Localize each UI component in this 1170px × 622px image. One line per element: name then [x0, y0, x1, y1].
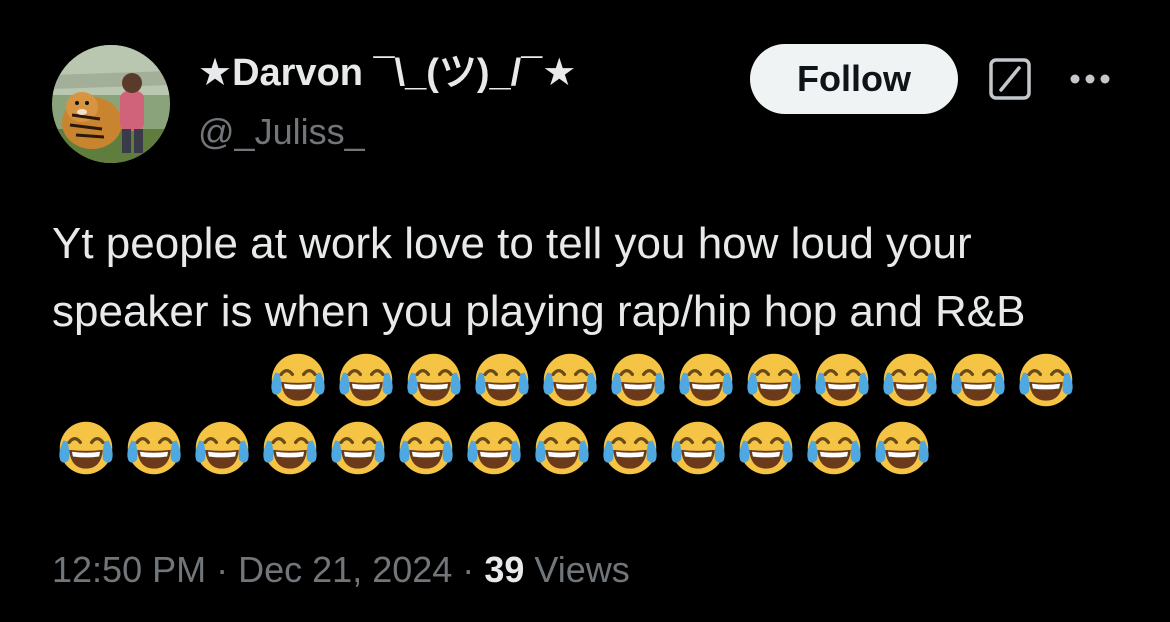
tears-of-joy-emoji — [664, 414, 732, 482]
tears-of-joy-emoji — [324, 414, 392, 482]
tears-of-joy-emoji — [672, 346, 740, 414]
tweet-meta: 12:50 PM · Dec 21, 2024 · 39 Views — [52, 544, 630, 596]
tears-of-joy-emoji — [740, 346, 808, 414]
tweet-time[interactable]: 12:50 PM — [52, 549, 206, 590]
tears-of-joy-emoji — [120, 414, 188, 482]
tears-of-joy-emoji — [596, 414, 664, 482]
meta-separator: · — [462, 549, 475, 590]
tears-of-joy-emoji — [1012, 346, 1080, 414]
tweet-date[interactable]: Dec 21, 2024 — [238, 549, 452, 590]
tears-of-joy-emoji — [468, 346, 536, 414]
views-count: 39 — [484, 549, 525, 590]
tears-of-joy-emoji — [264, 346, 332, 414]
follow-button[interactable]: Follow — [750, 44, 958, 114]
emoji-row — [264, 346, 1080, 414]
tears-of-joy-emoji — [528, 414, 596, 482]
tears-of-joy-emoji — [876, 346, 944, 414]
avatar-photo — [52, 45, 170, 163]
avatar[interactable] — [52, 45, 170, 163]
slash-box-icon[interactable] — [988, 57, 1032, 101]
meta-separator: · — [216, 549, 229, 590]
views-label: Views — [534, 549, 630, 590]
tears-of-joy-emoji — [868, 414, 936, 482]
tears-of-joy-emoji — [460, 414, 528, 482]
tears-of-joy-emoji — [52, 414, 120, 482]
tears-of-joy-emoji — [800, 414, 868, 482]
tears-of-joy-emoji — [256, 414, 324, 482]
more-dots-icon[interactable] — [1068, 64, 1112, 94]
tears-of-joy-emoji — [332, 346, 400, 414]
tears-of-joy-emoji — [536, 346, 604, 414]
tears-of-joy-emoji — [944, 346, 1012, 414]
user-handle[interactable]: @_Juliss_ — [198, 110, 365, 154]
tears-of-joy-emoji — [732, 414, 800, 482]
tears-of-joy-emoji — [392, 414, 460, 482]
tears-of-joy-emoji — [808, 346, 876, 414]
tweet-text: Yt people at work love to tell you how l… — [52, 219, 1026, 336]
tears-of-joy-emoji — [400, 346, 468, 414]
emoji-row — [52, 414, 936, 482]
display-name[interactable]: ★Darvon ¯\_(ツ)_/¯★ — [198, 50, 576, 96]
tears-of-joy-emoji — [188, 414, 256, 482]
tears-of-joy-emoji — [604, 346, 672, 414]
